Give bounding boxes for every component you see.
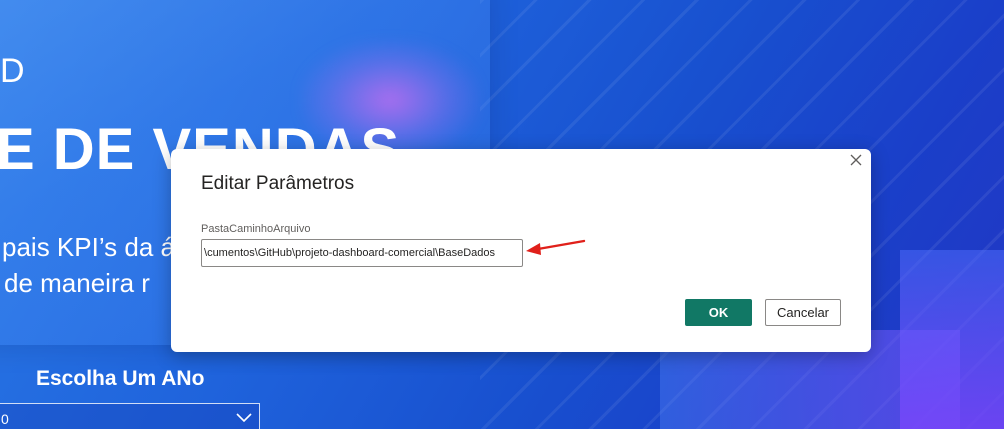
report-heading-fragment: D [0, 52, 25, 90]
close-button[interactable] [847, 153, 865, 171]
decorative-shape [900, 250, 1004, 429]
chevron-down-icon [235, 410, 253, 429]
ok-button[interactable]: OK [685, 299, 752, 326]
edit-parameters-dialog: Editar Parâmetros PastaCaminhoArquivo OK… [171, 149, 871, 352]
year-filter-dropdown[interactable]: 0 [0, 403, 260, 429]
dialog-title: Editar Parâmetros [201, 173, 355, 194]
year-filter-label: Escolha Um ANo [36, 367, 205, 390]
report-description-line2: de maneira r [4, 268, 150, 298]
parameter-label: PastaCaminhoArquivo [201, 223, 311, 235]
report-description-line1: pais KPI’s da á [2, 232, 175, 262]
folder-path-input[interactable] [201, 239, 523, 267]
close-icon [850, 153, 862, 171]
year-filter-value: 0 [1, 411, 9, 427]
cancel-button[interactable]: Cancelar [765, 299, 841, 326]
red-arrow-icon [526, 239, 586, 255]
